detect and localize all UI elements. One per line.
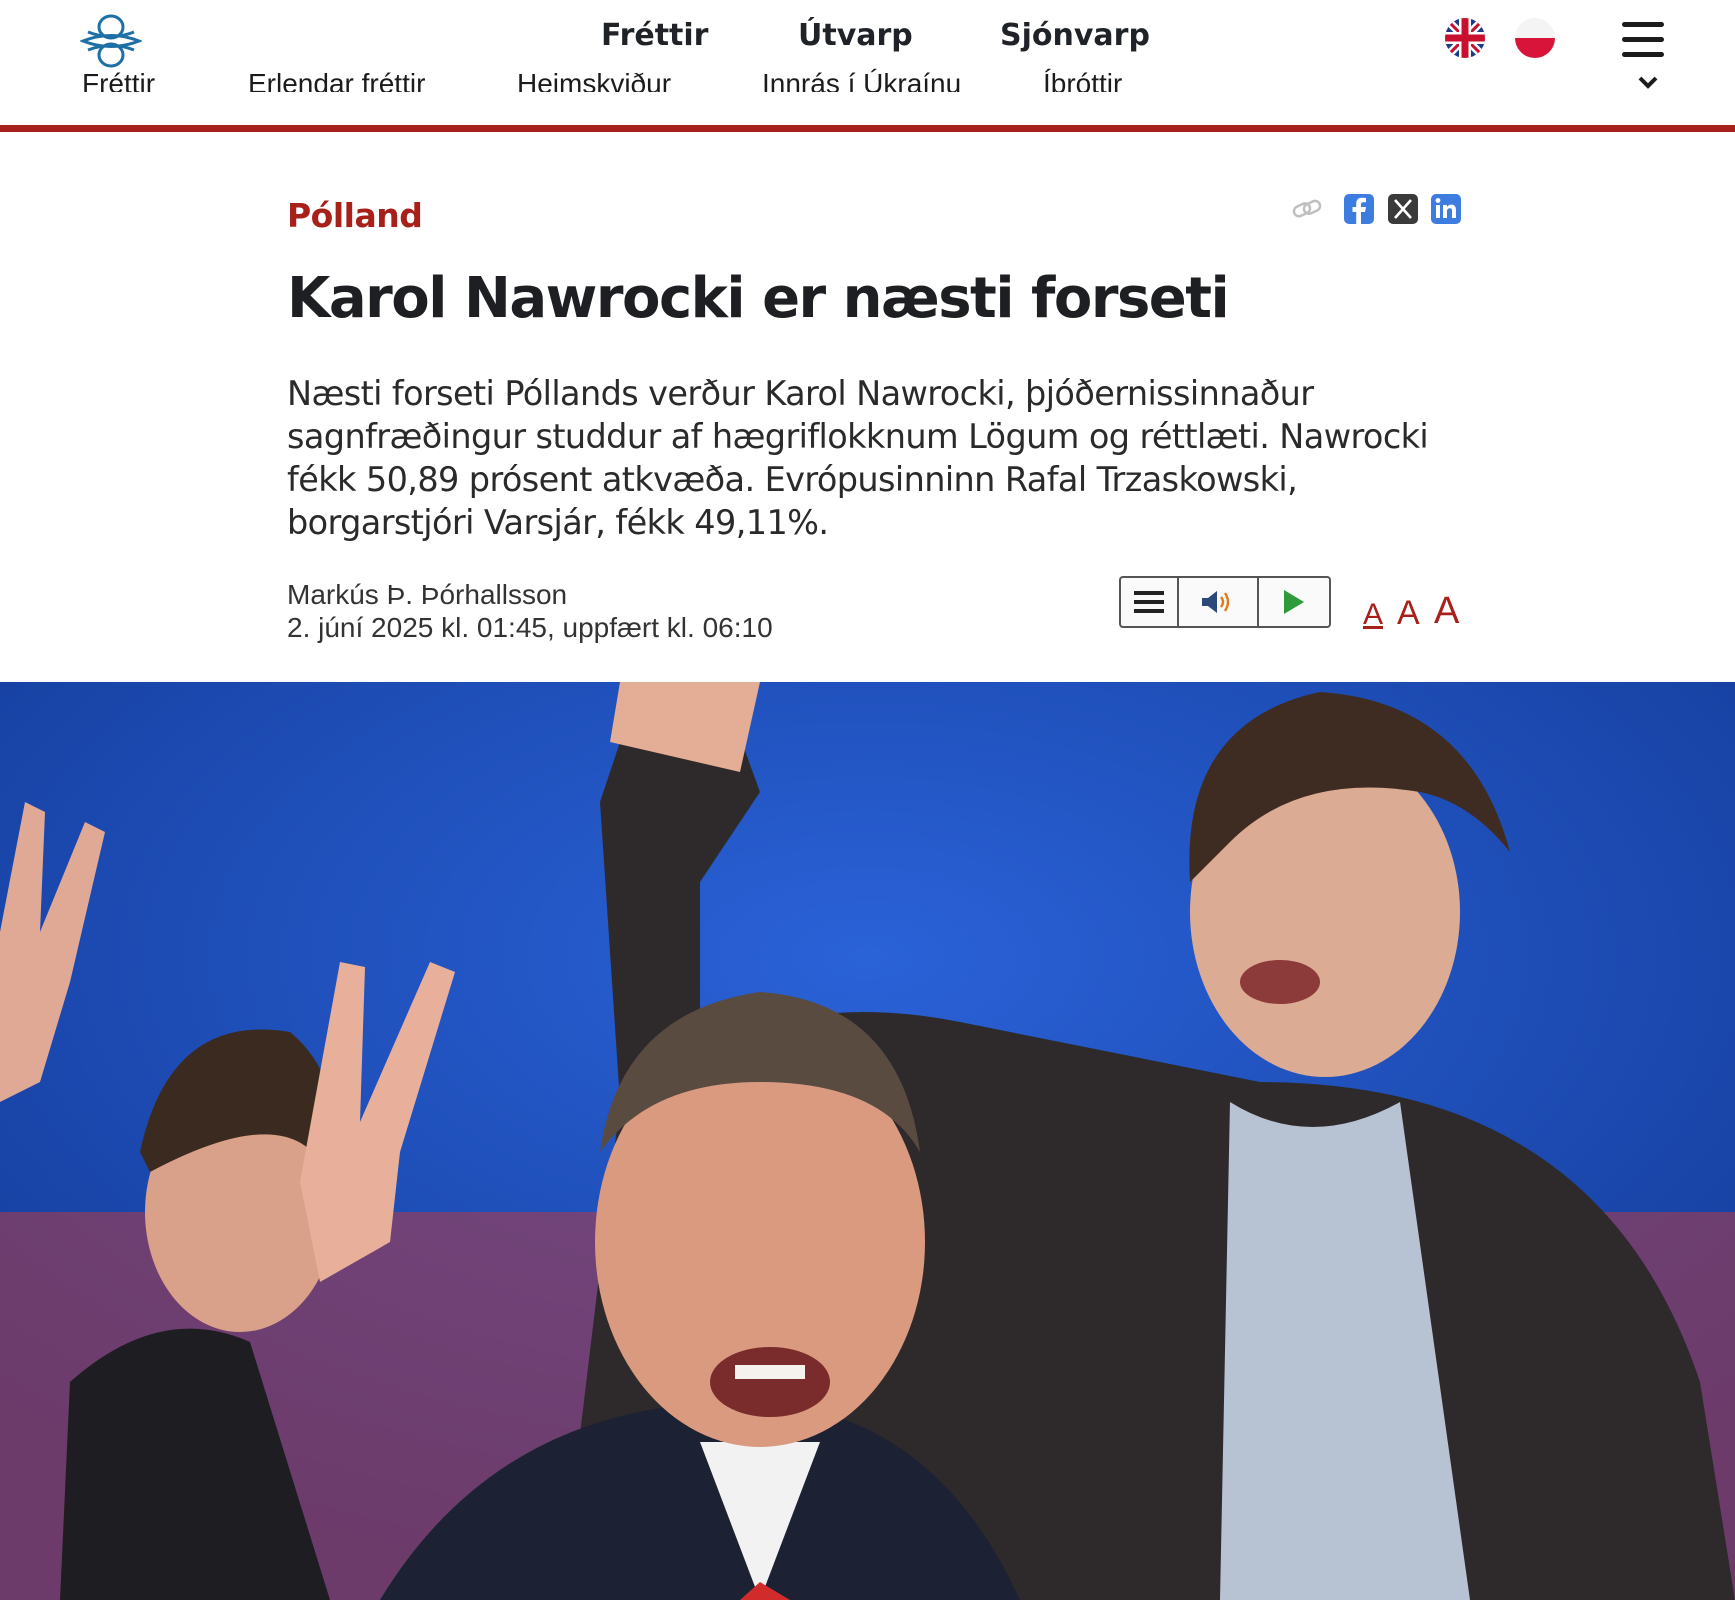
facebook-icon[interactable]: [1344, 194, 1374, 224]
nav-frettir[interactable]: Fréttir: [601, 18, 708, 53]
category-link[interactable]: Pólland: [287, 196, 423, 235]
font-size-large-button[interactable]: A: [1434, 592, 1459, 630]
site-header: Fréttir Útvarp Sjónvarp Fréttir Erlendar…: [0, 0, 1735, 128]
speaker-icon[interactable]: [1177, 578, 1257, 626]
author-name[interactable]: Markús Þ. Þórhallsson: [287, 578, 773, 611]
article-headline: Karol Nawrocki er næsti forseti: [287, 266, 1230, 331]
subnav-ithrottir[interactable]: Íþróttir: [1043, 68, 1122, 92]
subnav-frettir[interactable]: Fréttir: [82, 68, 155, 92]
header-divider: [0, 125, 1735, 132]
font-size-medium-button[interactable]: A: [1397, 596, 1420, 630]
chevron-down-icon[interactable]: [1636, 72, 1660, 92]
subnav-heimskvidur[interactable]: Heimskviður: [517, 68, 671, 92]
uk-flag-icon[interactable]: [1445, 18, 1485, 58]
publish-date: 2. júní 2025 kl. 01:45, uppfært kl. 06:1…: [287, 612, 773, 643]
nav-sjonvarp[interactable]: Sjónvarp: [1000, 18, 1150, 53]
font-size-small-button[interactable]: A: [1363, 600, 1383, 630]
subnav-innras-i-ukrainu[interactable]: Innrás í Úkraínu: [762, 68, 961, 92]
byline: Markús Þ. Þórhallsson 2. júní 2025 kl. 0…: [287, 578, 773, 644]
x-icon[interactable]: [1388, 194, 1418, 224]
link-icon[interactable]: [1292, 194, 1322, 224]
text-list-icon[interactable]: [1121, 578, 1177, 626]
audio-player: [1119, 576, 1331, 628]
article-lede: Næsti forseti Póllands verður Karol Nawr…: [287, 374, 1429, 542]
sub-nav: Fréttir Erlendar fréttir Heimskviður Inn…: [0, 66, 1735, 92]
article-hero-photo: [0, 682, 1735, 1600]
subnav-erlendar-frettir[interactable]: Erlendar fréttir: [248, 68, 425, 92]
linkedin-icon[interactable]: [1431, 194, 1461, 224]
poland-flag-icon[interactable]: [1515, 18, 1555, 58]
play-icon[interactable]: [1257, 578, 1329, 626]
hamburger-menu-icon[interactable]: [1622, 22, 1664, 62]
nav-utvarp[interactable]: Útvarp: [798, 18, 913, 53]
